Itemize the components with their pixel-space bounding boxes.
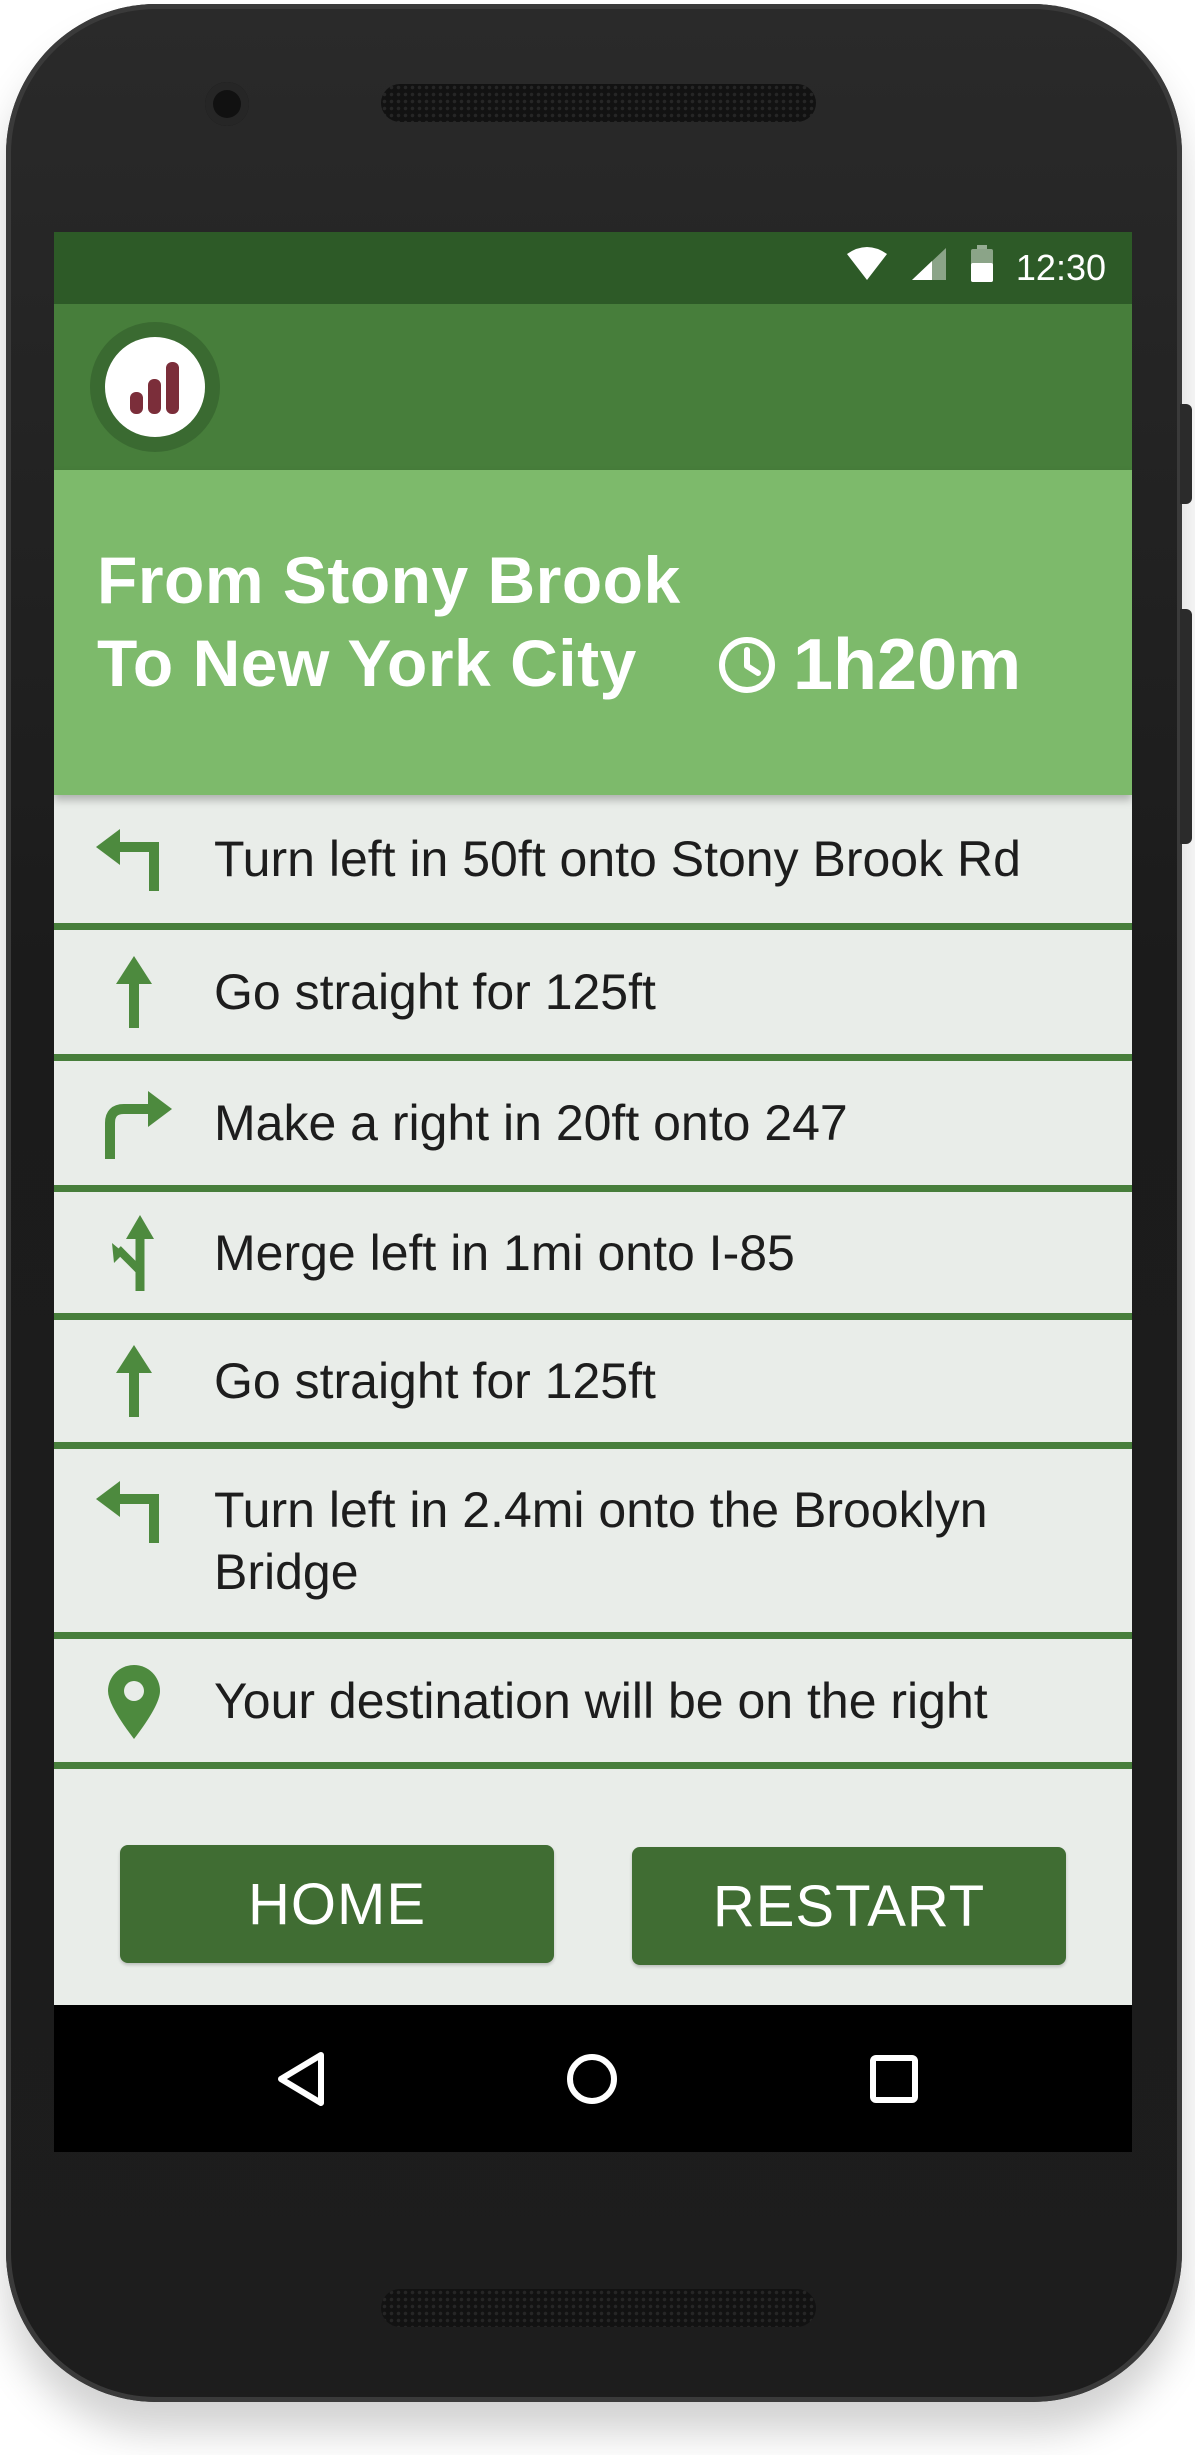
power-button: [1180, 404, 1192, 504]
front-camera: [205, 82, 249, 126]
merge-left-icon: [94, 1213, 174, 1293]
restart-button[interactable]: RESTART: [632, 1847, 1066, 1965]
direction-text: Go straight for 125ft: [214, 1353, 656, 1409]
location-pin-icon: [94, 1661, 174, 1741]
direction-step[interactable]: Your destination will be on the right: [54, 1639, 1132, 1769]
direction-text: Merge left in 1mi onto I-85: [214, 1224, 795, 1281]
bottom-speaker: [381, 2289, 816, 2327]
direction-step[interactable]: Merge left in 1mi onto I-85: [54, 1192, 1132, 1320]
direction-step[interactable]: Go straight for 125ft: [54, 1320, 1132, 1449]
home-circle-icon[interactable]: [554, 2041, 630, 2117]
direction-text: Turn left in 2.4mi onto the Brooklyn Bri…: [214, 1481, 988, 1600]
directions-list: Turn left in 50ft onto Stony Brook Rd Go…: [54, 795, 1132, 1769]
route-destination: To New York City: [97, 626, 637, 700]
volume-button: [1180, 609, 1192, 844]
app-screen: 12:30 From Stony Brook To New York City …: [54, 232, 1132, 2152]
straight-arrow-icon: [94, 952, 174, 1032]
signal-icon: [910, 246, 948, 291]
direction-text: Your destination will be on the right: [214, 1672, 988, 1729]
battery-icon: [970, 244, 994, 292]
straight-arrow-icon: [94, 1341, 174, 1421]
direction-text: Turn left in 50ft onto Stony Brook Rd: [214, 831, 1021, 887]
bar-chart-icon: [130, 362, 179, 414]
direction-step[interactable]: Turn left in 50ft onto Stony Brook Rd: [54, 795, 1132, 930]
direction-step[interactable]: Go straight for 125ft: [54, 930, 1132, 1061]
route-header: From Stony Brook To New York City 1h20m: [54, 470, 1132, 795]
back-icon[interactable]: [263, 2041, 339, 2117]
route-origin: From Stony Brook: [97, 543, 681, 617]
direction-step[interactable]: Make a right in 20ft onto 247: [54, 1061, 1132, 1192]
app-logo[interactable]: [90, 322, 220, 452]
recents-icon[interactable]: [856, 2041, 932, 2117]
wifi-icon: [846, 246, 888, 291]
direction-text: Make a right in 20ft onto 247: [214, 1095, 848, 1151]
app-bar: [54, 304, 1132, 470]
earpiece-speaker: [381, 84, 816, 122]
home-button[interactable]: HOME: [120, 1845, 554, 1963]
system-nav-bar: [54, 2005, 1132, 2152]
direction-text: Go straight for 125ft: [214, 964, 656, 1020]
status-time: 12:30: [1015, 247, 1106, 288]
turn-right-icon: [94, 1083, 174, 1163]
status-bar: 12:30: [54, 232, 1132, 304]
turn-left-icon: [94, 1471, 174, 1551]
turn-left-icon: [94, 819, 174, 899]
eta-value: 1h20m: [793, 625, 1022, 705]
direction-step[interactable]: Turn left in 2.4mi onto the Brooklyn Bri…: [54, 1449, 1132, 1639]
route-eta: 1h20m: [717, 625, 1021, 705]
clock-icon: [719, 637, 775, 693]
